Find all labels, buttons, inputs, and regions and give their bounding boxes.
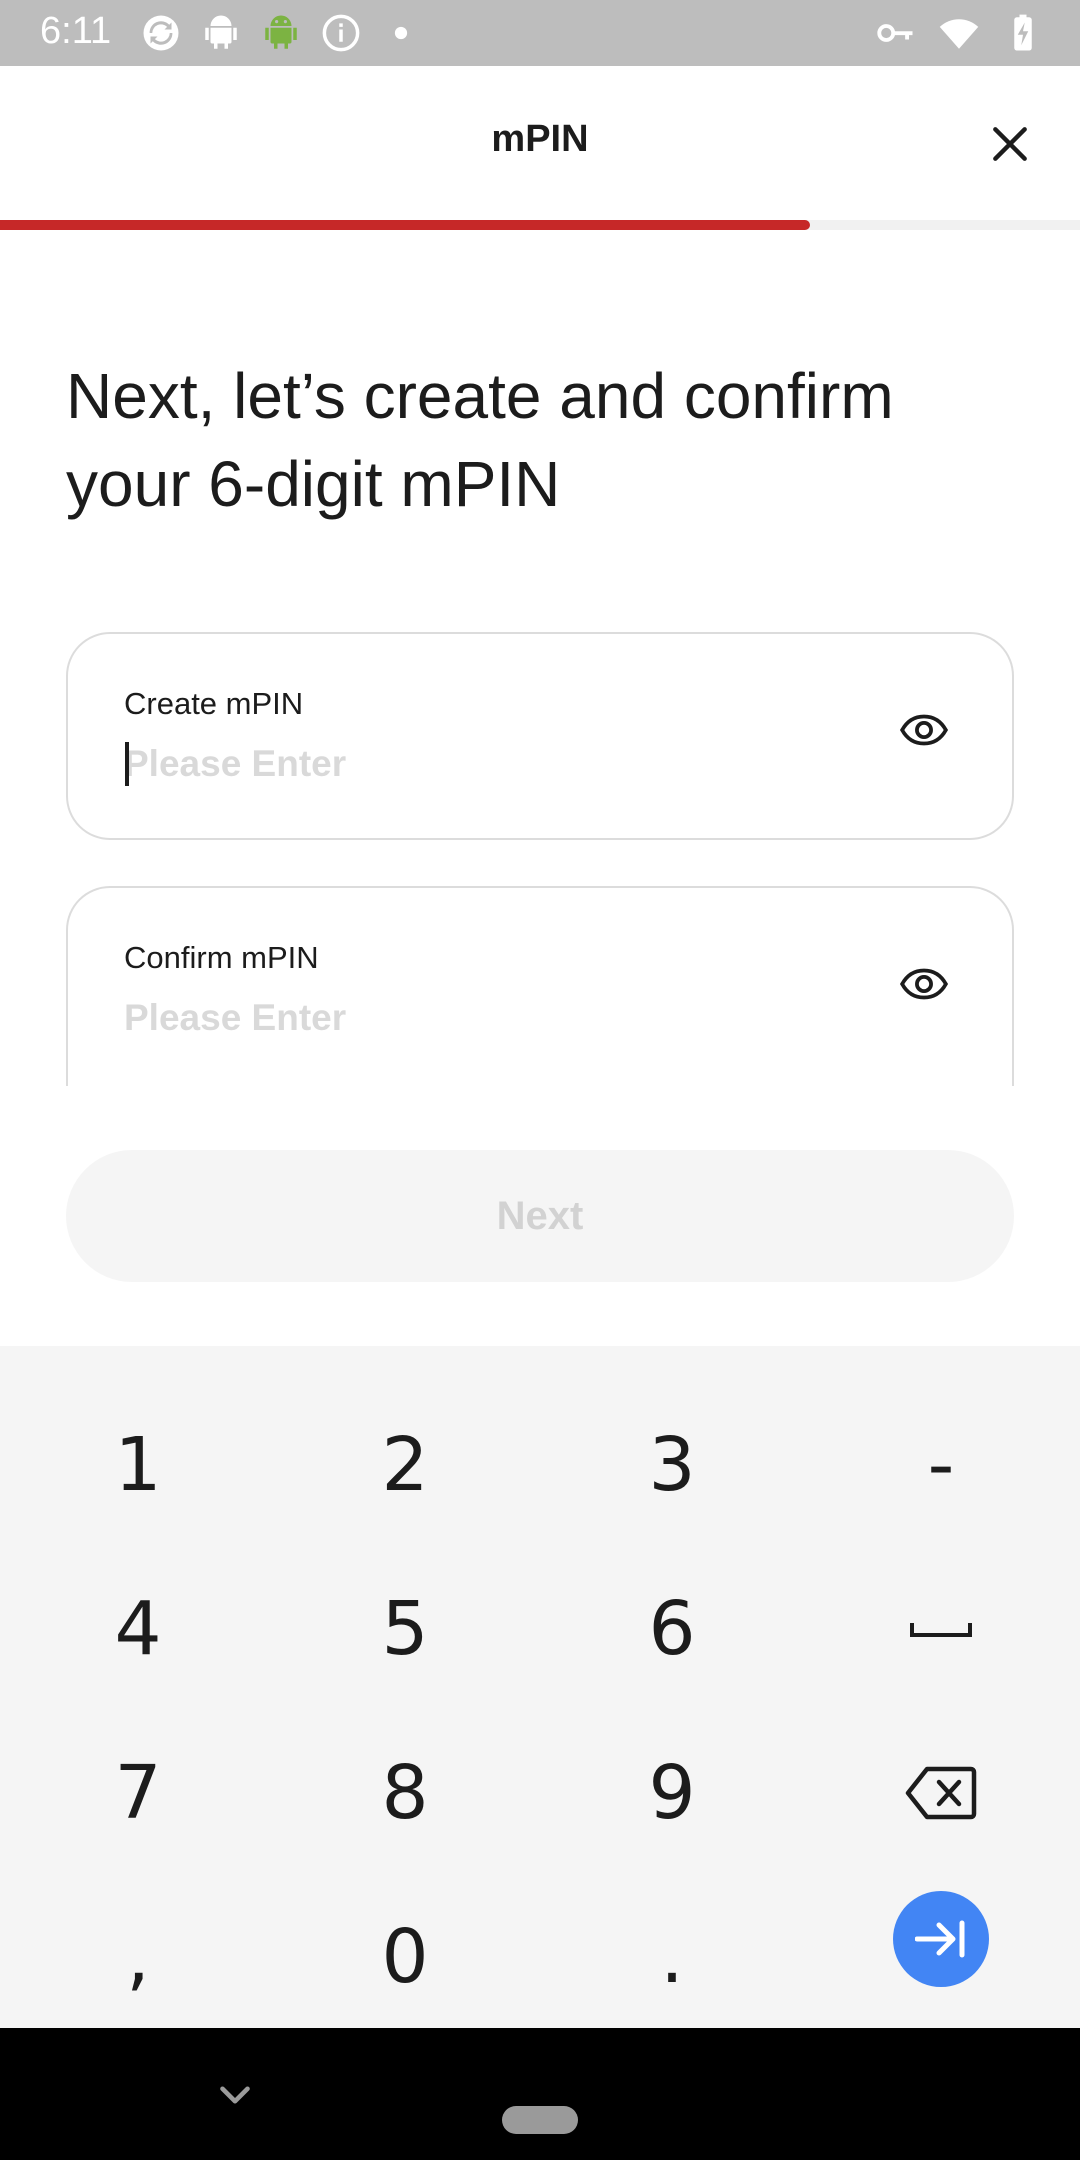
android-outline-icon — [200, 12, 242, 54]
status-icons-left — [140, 12, 422, 54]
status-time: 6:11 — [40, 10, 112, 52]
backspace-icon — [905, 1766, 977, 1820]
key-1[interactable]: 1 — [3, 1382, 273, 1548]
key-8[interactable]: 8 — [270, 1710, 540, 1876]
key-7[interactable]: 7 — [3, 1710, 273, 1876]
create-mpin-label: Create mPIN — [124, 686, 304, 721]
show-confirm-mpin-button[interactable] — [896, 956, 952, 1012]
key-backspace[interactable] — [806, 1710, 1076, 1876]
main-heading: Next, let’s create and confirm your 6-di… — [66, 360, 894, 520]
key-6[interactable]: 6 — [537, 1546, 807, 1712]
sync-icon — [140, 12, 182, 54]
confirm-mpin-field[interactable]: Confirm mPIN — [66, 886, 1014, 1086]
key-2[interactable]: 2 — [270, 1382, 540, 1548]
create-mpin-field[interactable]: Create mPIN — [66, 632, 1014, 840]
next-button[interactable]: Next — [66, 1150, 1014, 1282]
status-icons-right — [874, 12, 1044, 54]
key-0[interactable]: 0 — [270, 1874, 540, 2040]
info-icon — [320, 12, 362, 54]
status-bar: 6:11 — [0, 0, 1080, 66]
key-comma[interactable]: , — [3, 1874, 273, 2040]
space-icon — [910, 1623, 972, 1637]
progress-bar — [0, 220, 1080, 230]
home-pill[interactable] — [502, 2106, 578, 2134]
app-header: mPIN — [0, 66, 1080, 220]
close-button[interactable] — [980, 114, 1040, 174]
confirm-mpin-input[interactable] — [124, 988, 724, 1048]
enter-button — [893, 1891, 989, 1987]
close-icon — [993, 127, 1027, 161]
key-9[interactable]: 9 — [537, 1710, 807, 1876]
create-mpin-input[interactable] — [124, 734, 724, 794]
progress-bar-fill — [0, 220, 810, 230]
key-5[interactable]: 5 — [270, 1546, 540, 1712]
chevron-down-icon[interactable] — [210, 2070, 260, 2120]
system-nav-bar — [0, 2028, 1080, 2160]
key-space[interactable] — [806, 1546, 1076, 1712]
eye-icon — [899, 714, 949, 746]
dot-icon — [380, 12, 422, 54]
page-title: mPIN — [491, 118, 589, 160]
key-enter[interactable] — [806, 1856, 1076, 2022]
tab-next-icon — [915, 1920, 965, 1958]
key-dash[interactable]: - — [806, 1382, 1076, 1548]
show-create-mpin-button[interactable] — [896, 702, 952, 758]
wifi-icon — [938, 12, 980, 54]
text-cursor — [125, 742, 129, 786]
battery-charging-icon — [1002, 12, 1044, 54]
key-3[interactable]: 3 — [537, 1382, 807, 1548]
key-period[interactable]: . — [537, 1874, 807, 2040]
key-4[interactable]: 4 — [3, 1546, 273, 1712]
numeric-keyboard: 1 2 3 - 4 5 6 7 8 9 , 0 . — [0, 1346, 1080, 2028]
key-icon — [874, 12, 916, 54]
confirm-mpin-label: Confirm mPIN — [124, 940, 319, 975]
android-green-icon — [260, 12, 302, 54]
eye-icon — [899, 968, 949, 1000]
